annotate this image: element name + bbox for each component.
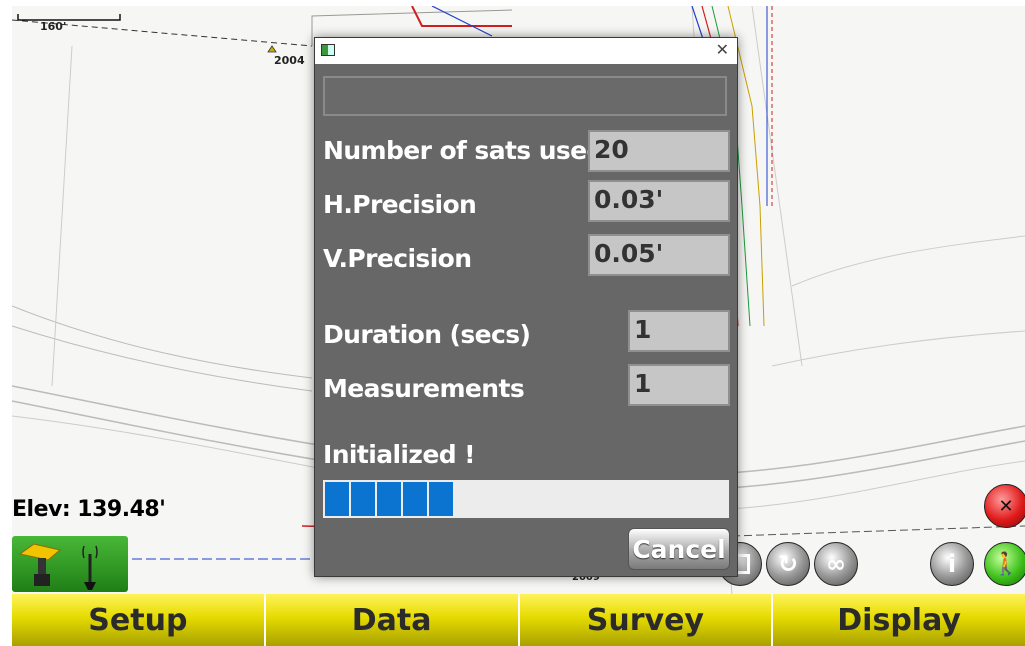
close-icon[interactable]: ✕	[716, 40, 729, 59]
progress-segment	[377, 482, 401, 516]
menu-data[interactable]: Data	[265, 594, 520, 646]
message-field	[323, 76, 727, 116]
window-icon	[321, 44, 335, 56]
menu-survey[interactable]: Survey	[519, 594, 774, 646]
dialog-titlebar[interactable]: ✕	[315, 38, 737, 64]
menu-setup[interactable]: Setup	[12, 594, 266, 646]
sats-used-value: 20	[588, 130, 730, 172]
info-icon: i	[947, 550, 957, 578]
gps-status-button[interactable]	[12, 536, 128, 592]
v-precision-label: V.Precision	[323, 244, 472, 273]
rotate-button[interactable]: ↻	[766, 542, 810, 586]
cancel-button[interactable]: Cancel	[628, 528, 730, 570]
station-label: 2004	[274, 54, 305, 67]
gps-receiver-icon	[18, 543, 98, 590]
scale-bar-label: 160'	[40, 20, 67, 33]
measurements-value[interactable]: 1	[628, 364, 730, 406]
stakeout-walker-button[interactable]: 🚶	[984, 542, 1025, 586]
main-menu-bar: Setup Data Survey Display	[12, 594, 1025, 646]
h-precision-value: 0.03'	[588, 180, 730, 222]
v-precision-value: 0.05'	[588, 234, 730, 276]
walking-person-icon: 🚶	[992, 551, 1020, 577]
progress-segment	[429, 482, 453, 516]
duration-label: Duration (secs)	[323, 320, 531, 349]
elevation-readout: Elev: 139.48'	[12, 497, 166, 522]
menu-display[interactable]: Display	[773, 594, 1025, 646]
progress-segment	[351, 482, 375, 516]
infinity-icon: ∞	[826, 550, 846, 578]
sats-used-label: Number of sats used	[323, 136, 604, 165]
info-button[interactable]: i	[930, 542, 974, 586]
h-precision-label: H.Precision	[323, 190, 477, 219]
loop-button[interactable]: ∞	[814, 542, 858, 586]
measurements-label: Measurements	[323, 374, 525, 403]
rotate-icon: ↻	[777, 550, 799, 578]
duration-value[interactable]: 1	[628, 310, 730, 352]
close-map-button[interactable]: ✕	[984, 484, 1025, 528]
no-station-icon: ✕	[998, 495, 1014, 517]
status-text: Initialized !	[323, 440, 476, 469]
dialog-body: Number of sats used 20 H.Precision 0.03'…	[315, 64, 737, 576]
progress-bar	[323, 480, 729, 518]
progress-segment	[403, 482, 427, 516]
measurement-dialog: ✕ Number of sats used 20 H.Precision 0.0…	[314, 37, 738, 577]
progress-segment	[325, 482, 349, 516]
